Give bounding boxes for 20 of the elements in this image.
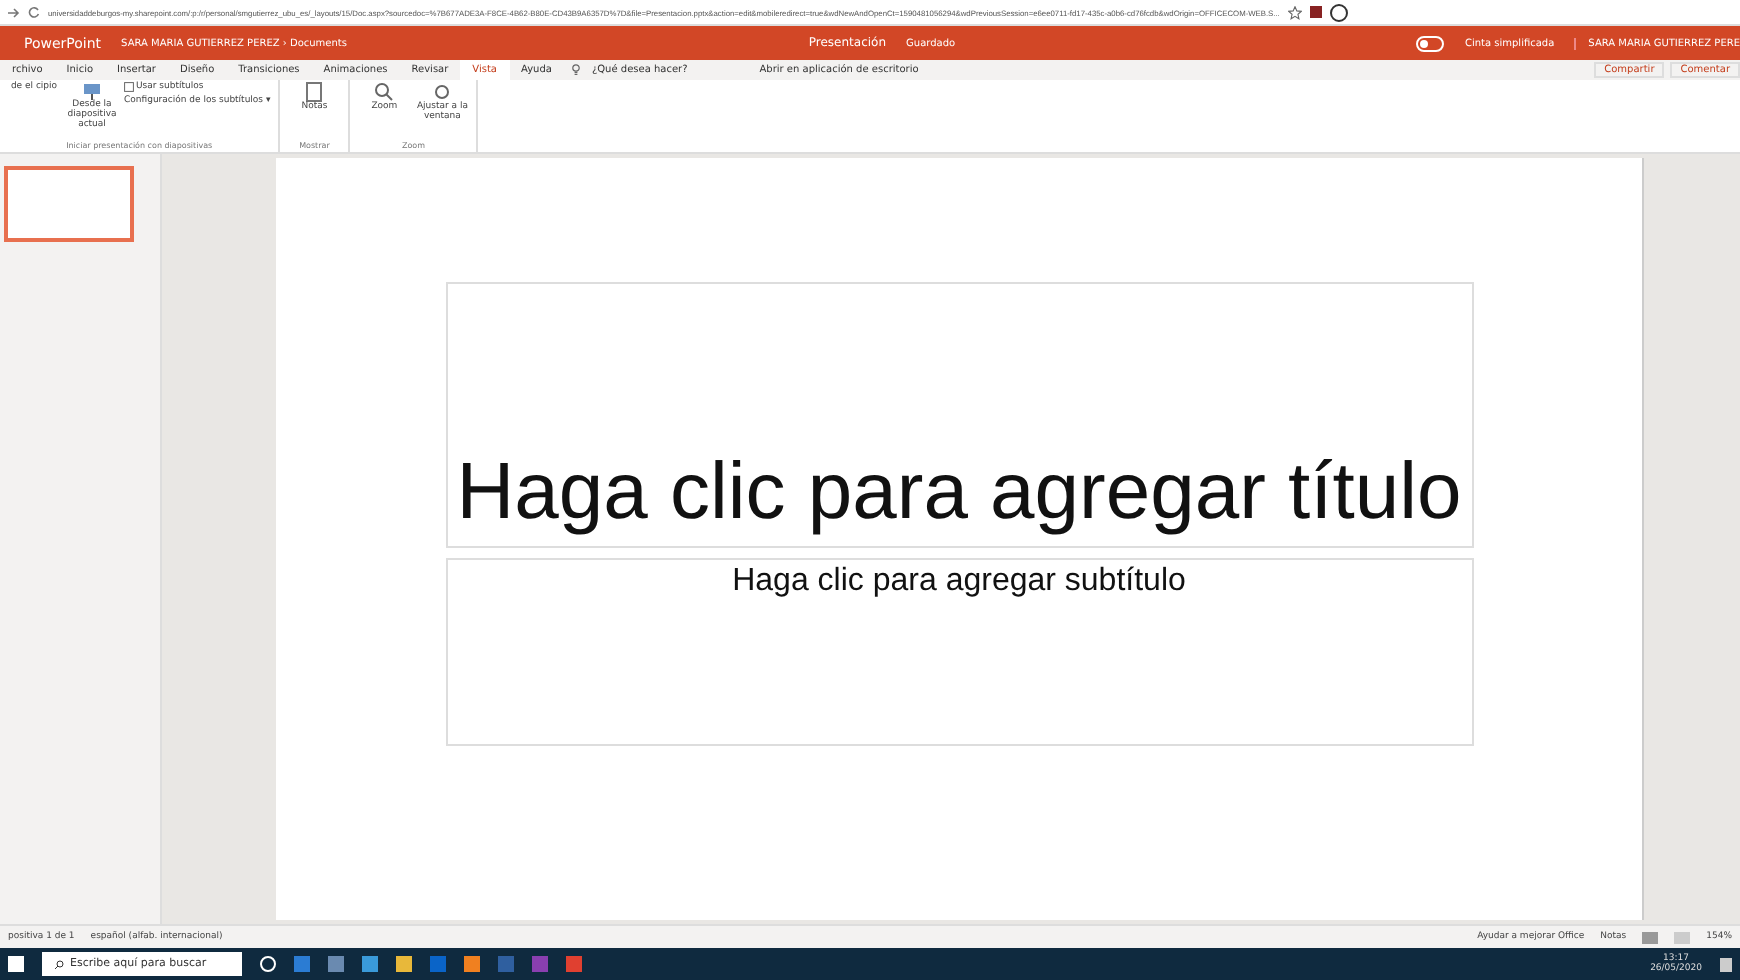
title-placeholder[interactable]: Haga clic para agregar título: [445, 282, 1473, 548]
use-subtitles-checkbox[interactable]: [124, 82, 134, 92]
slide-thumbnail[interactable]: [4, 166, 134, 242]
extension-icon[interactable]: [1309, 6, 1322, 18]
lightbulb-icon[interactable]: [571, 64, 580, 76]
search-icon: [374, 82, 395, 102]
normal-view-icon[interactable]: [1642, 931, 1659, 943]
cortana-icon[interactable]: [260, 956, 276, 972]
star-icon[interactable]: [1287, 5, 1302, 19]
search-icon: [54, 959, 64, 969]
profile-icon[interactable]: [1329, 3, 1348, 21]
screen-icon: [82, 82, 102, 100]
circle-icon: [432, 82, 453, 102]
toggle-switch[interactable]: [1416, 35, 1445, 51]
subtitle-placeholder[interactable]: Haga clic para agregar subtítulo: [445, 558, 1473, 746]
notes-icon: [306, 82, 323, 102]
notification-icon[interactable]: [1720, 957, 1732, 971]
sorter-view-icon[interactable]: [1674, 931, 1691, 943]
forward-icon[interactable]: [8, 7, 20, 17]
reload-icon[interactable]: [28, 6, 40, 18]
